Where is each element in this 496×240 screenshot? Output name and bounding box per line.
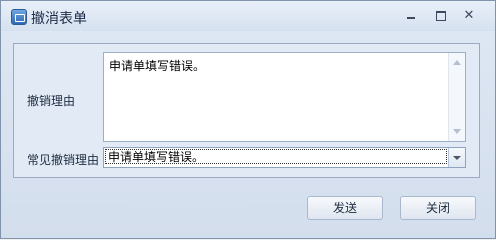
dropdown-button[interactable] — [448, 148, 465, 167]
reason-text: 申请单填写错误。 — [109, 59, 206, 73]
send-button[interactable]: 发送 — [307, 196, 383, 220]
reason-label: 撤销理由 — [27, 94, 76, 108]
common-reason-label: 常见撤销理由 — [27, 153, 100, 167]
dialog-window: 撤消表单 ✕ 撤销理由 申请单填写错误。 常见撤销理由 申请单填写错误。 发送 … — [0, 0, 496, 239]
close-window-button[interactable]: ✕ — [461, 9, 477, 23]
title-bar[interactable]: 撤消表单 ✕ — [1, 1, 495, 31]
vertical-scrollbar[interactable] — [448, 53, 465, 141]
minimize-icon — [407, 17, 415, 19]
maximize-button[interactable] — [433, 9, 449, 23]
common-reason-select[interactable]: 申请单填写错误。 — [103, 147, 466, 168]
minimize-button[interactable] — [403, 9, 419, 23]
common-reason-value[interactable]: 申请单填写错误。 — [105, 149, 447, 164]
scroll-up-icon[interactable] — [453, 60, 461, 65]
app-icon — [11, 9, 27, 25]
maximize-icon — [436, 11, 446, 21]
chevron-down-icon — [453, 156, 461, 160]
window-title: 撤消表单 — [31, 11, 87, 27]
close-icon: ✕ — [463, 8, 475, 23]
scroll-down-icon[interactable] — [453, 129, 461, 134]
reason-textarea[interactable]: 申请单填写错误。 — [103, 52, 466, 142]
close-button[interactable]: 关闭 — [400, 196, 476, 220]
